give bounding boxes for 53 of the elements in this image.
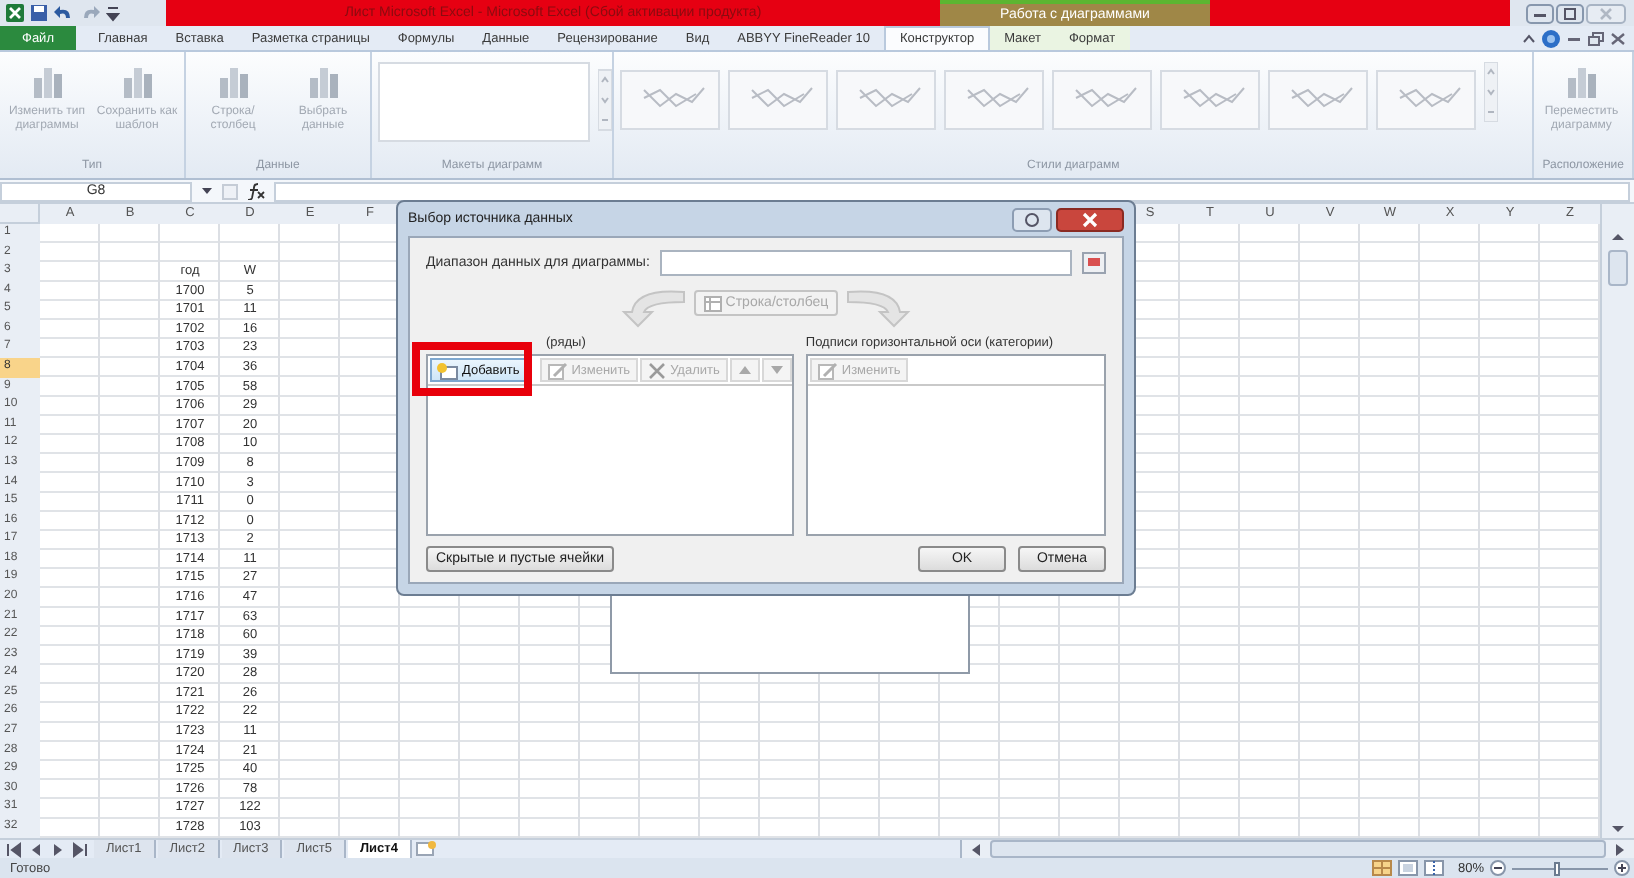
page-layout-icon[interactable] xyxy=(1397,860,1418,876)
edit-icon xyxy=(547,361,568,379)
function-icon[interactable] xyxy=(246,182,266,200)
maximize-icon[interactable] xyxy=(1556,3,1584,23)
scroll-thumb[interactable] xyxy=(1608,250,1628,286)
normal-view-icon[interactable] xyxy=(1371,860,1392,876)
down-arrow-icon[interactable] xyxy=(1608,820,1628,838)
collapse-dialog-icon[interactable] xyxy=(1082,252,1106,274)
chart-style-thumbnail[interactable] xyxy=(1052,70,1152,130)
zoom-out-icon[interactable] xyxy=(1490,860,1506,876)
chart-style-thumbnail[interactable] xyxy=(1160,70,1260,130)
chart-style-thumbnail[interactable] xyxy=(1376,70,1476,130)
chart-icon xyxy=(307,62,339,98)
help-icon[interactable] xyxy=(1542,29,1560,47)
zoom-in-icon[interactable] xyxy=(1614,860,1630,876)
edit-icon xyxy=(817,361,838,379)
table-icon xyxy=(703,295,722,311)
chart-icon xyxy=(31,62,63,98)
right-arrow-icon[interactable] xyxy=(1612,841,1628,857)
last-sheet-icon[interactable] xyxy=(72,841,88,857)
formula-field[interactable] xyxy=(274,181,1630,201)
input-field[interactable] xyxy=(659,250,1072,276)
undo-icon[interactable] xyxy=(54,4,74,22)
restore-icon[interactable] xyxy=(1588,31,1604,45)
save-icon[interactable] xyxy=(30,4,48,22)
chart-style-thumbnail[interactable] xyxy=(944,70,1044,130)
up-arrow-icon[interactable] xyxy=(1608,228,1628,246)
down-arrow-icon xyxy=(769,364,784,376)
first-sheet-icon[interactable] xyxy=(6,841,22,857)
zoom-slider[interactable] xyxy=(1553,861,1560,875)
minimize-icon[interactable] xyxy=(1526,3,1554,23)
help-icon[interactable] xyxy=(1012,207,1052,231)
dropdown-icon[interactable] xyxy=(200,184,214,198)
chart-style-thumbnail[interactable] xyxy=(620,70,720,130)
delete-icon xyxy=(648,361,667,379)
close-icon[interactable] xyxy=(1056,207,1124,231)
left-arrow-icon[interactable] xyxy=(968,841,984,857)
new-sheet-icon[interactable] xyxy=(413,840,438,858)
chart-style-thumbnail[interactable] xyxy=(1268,70,1368,130)
up-arrow-icon xyxy=(737,364,752,376)
chart-icon xyxy=(121,62,153,98)
close-icon[interactable] xyxy=(1610,31,1626,45)
chart-icon xyxy=(217,62,249,98)
chart-style-thumbnail[interactable] xyxy=(836,70,936,130)
chart-icon xyxy=(1565,62,1598,98)
vertical-scrollbar[interactable] xyxy=(1600,204,1634,838)
gallery-scrollbar[interactable] xyxy=(1484,62,1498,122)
customize-arrow-icon[interactable] xyxy=(106,4,120,22)
chart-style-thumbnail[interactable] xyxy=(728,70,828,130)
page-break-icon[interactable] xyxy=(1423,860,1444,876)
excel-logo-icon xyxy=(6,4,24,22)
add-series-icon xyxy=(436,361,458,379)
collapse-ribbon-icon[interactable] xyxy=(1522,31,1536,45)
